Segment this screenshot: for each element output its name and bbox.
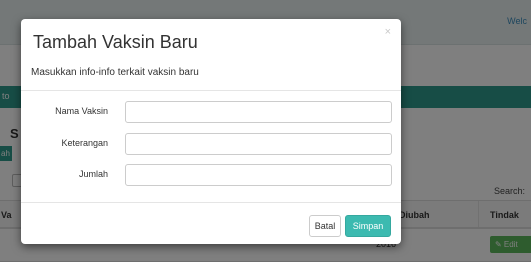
modal-header: Tambah Vaksin Baru Masukkan info-info te… [21, 19, 401, 91]
quantity-label: Jumlah [78, 169, 108, 179]
close-icon[interactable]: × [385, 26, 391, 38]
description-label: Keterangan [61, 138, 108, 148]
modal-title: Tambah Vaksin Baru [33, 32, 198, 52]
add-vaccine-modal: Tambah Vaksin Baru Masukkan info-info te… [21, 19, 401, 244]
form-row-quantity: Jumlah [21, 164, 401, 186]
save-button[interactable]: Simpan [345, 215, 391, 237]
quantity-input[interactable] [125, 164, 392, 186]
form-row-description: Keterangan [21, 133, 401, 155]
modal-subtitle: Masukkan info-info terkait vaksin baru [31, 67, 199, 78]
vaccine-name-input[interactable] [125, 101, 392, 123]
vaccine-name-label: Nama Vaksin [55, 106, 108, 116]
form-row-vaccine-name: Nama Vaksin [21, 101, 401, 123]
description-input[interactable] [125, 133, 392, 155]
modal-footer: Batal Simpan [21, 202, 401, 244]
cancel-button[interactable]: Batal [309, 215, 341, 237]
